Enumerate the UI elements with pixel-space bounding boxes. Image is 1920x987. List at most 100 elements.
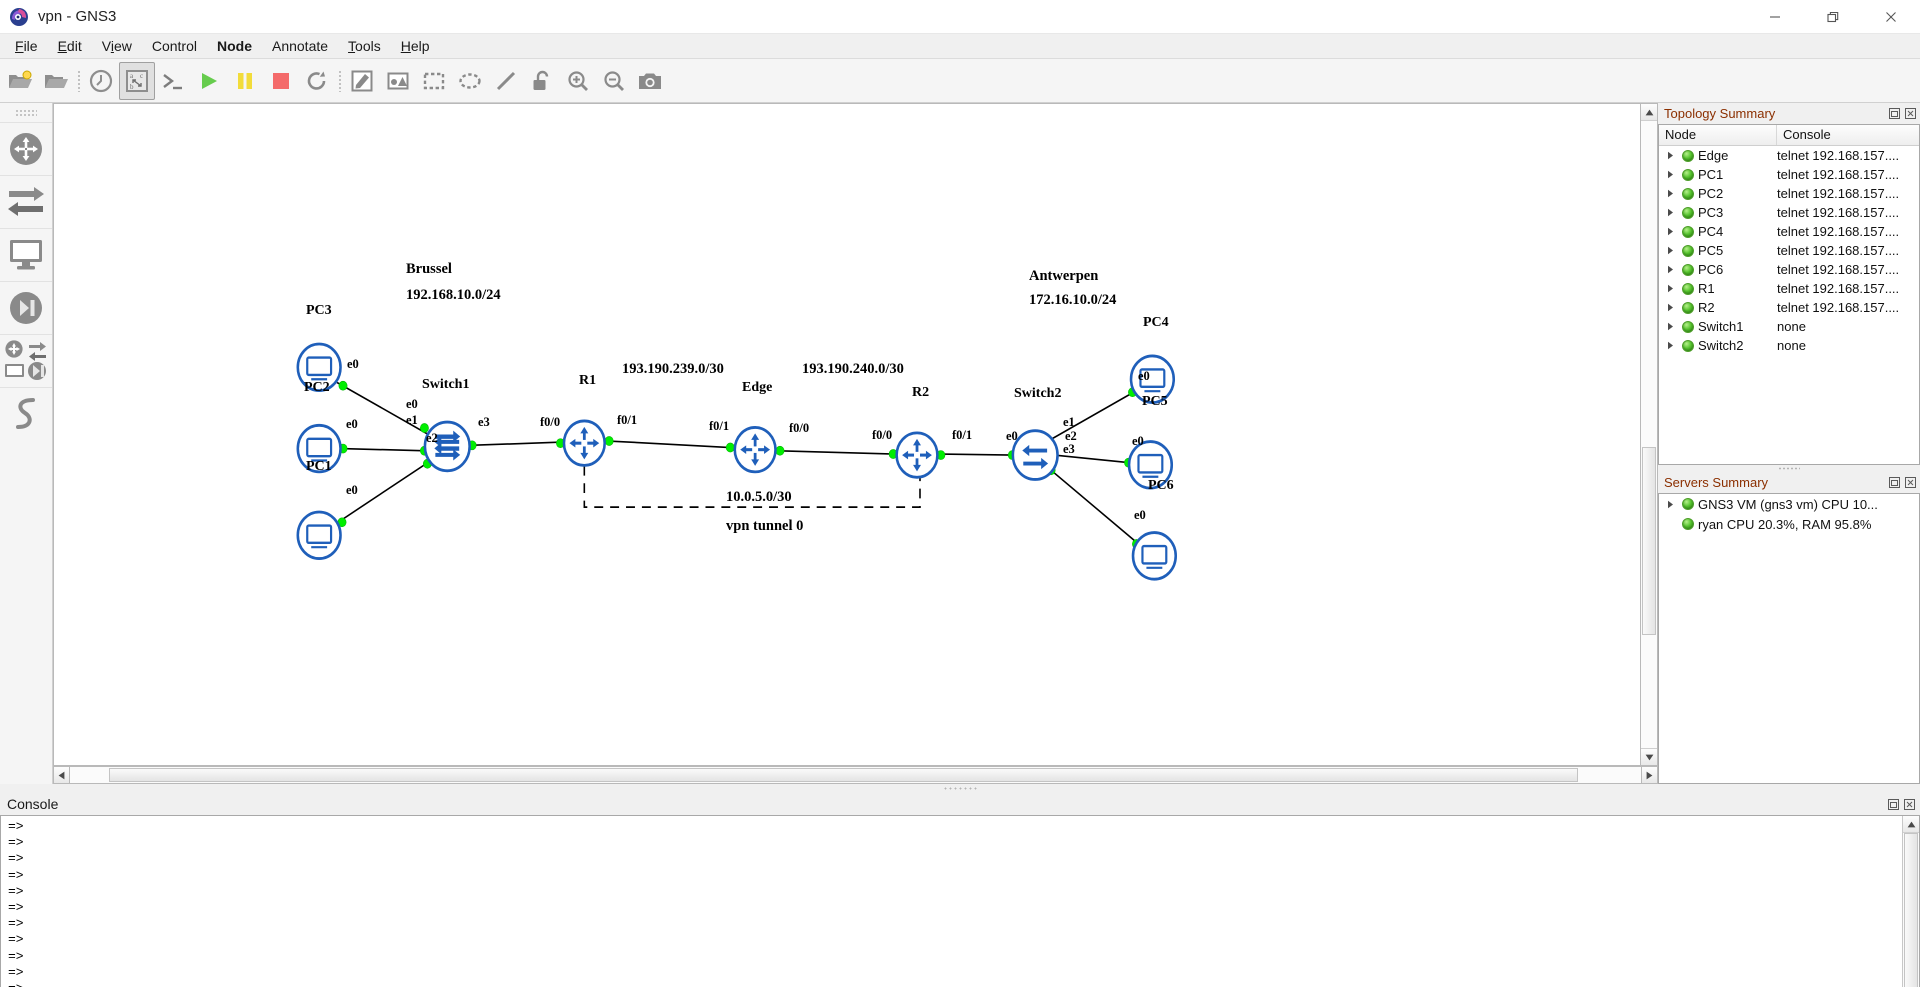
scroll-up-arrow-icon[interactable] — [1641, 104, 1657, 121]
table-row[interactable]: Switch2 none — [1659, 336, 1919, 355]
table-row[interactable]: PC6 telnet 192.168.157.... — [1659, 260, 1919, 279]
expand-arrow-icon[interactable] — [1663, 341, 1678, 350]
expand-arrow-icon[interactable] — [1663, 227, 1678, 236]
menu-view[interactable]: View — [92, 35, 142, 57]
zoom-out-icon[interactable] — [596, 62, 632, 100]
menu-node[interactable]: Node — [207, 35, 262, 57]
table-row[interactable]: R2 telnet 192.168.157.... — [1659, 298, 1919, 317]
scroll-down-arrow-icon[interactable] — [1641, 748, 1657, 765]
servers-summary-float-icon[interactable] — [1888, 476, 1901, 489]
expand-arrow-icon[interactable] — [1663, 284, 1678, 293]
routers-icon[interactable] — [0, 122, 52, 175]
canvas-vscroll-track[interactable] — [1641, 121, 1657, 748]
servers-summary-body[interactable]: GNS3 VM (gns3 vm) CPU 10... ryan CPU 20.… — [1658, 493, 1920, 784]
scroll-left-arrow-icon[interactable] — [53, 766, 70, 784]
annotation-edge-r2-subnet[interactable]: 193.190.240.0/30 — [802, 361, 904, 378]
draw-rectangle-icon[interactable] — [416, 62, 452, 100]
end-devices-icon[interactable] — [0, 228, 52, 281]
console-vertical-scrollbar[interactable] — [1902, 816, 1919, 987]
add-link-icon[interactable] — [0, 387, 52, 440]
stop-all-nodes-icon[interactable] — [263, 62, 299, 100]
link-switch1-r1[interactable] — [470, 441, 563, 447]
console-splitter[interactable] — [0, 784, 1920, 793]
annotation-brussel-name[interactable]: Brussel — [406, 261, 452, 278]
link-edge-r2[interactable] — [778, 449, 894, 455]
column-header-node[interactable]: Node — [1659, 125, 1777, 145]
console-float-icon[interactable] — [1887, 798, 1900, 811]
close-button[interactable] — [1862, 0, 1920, 34]
table-row[interactable]: Switch1 none — [1659, 317, 1919, 336]
list-item[interactable]: GNS3 VM (gns3 vm) CPU 10... — [1659, 494, 1919, 514]
topology-summary-float-icon[interactable] — [1888, 107, 1901, 120]
table-row[interactable]: PC4 telnet 192.168.157.... — [1659, 222, 1919, 241]
annotation-r1-edge-subnet[interactable]: 193.190.239.0/30 — [622, 361, 724, 378]
insert-image-icon[interactable] — [380, 62, 416, 100]
console-body[interactable]: => => => => => => => => => => => — [0, 815, 1920, 987]
menu-edit[interactable]: Edit — [48, 35, 92, 57]
device-toolbar-grip[interactable] — [15, 109, 37, 118]
console-to-all-devices-icon[interactable] — [155, 62, 191, 100]
console-vscroll-thumb[interactable] — [1904, 833, 1918, 987]
link-pc2-switch1[interactable] — [340, 447, 427, 452]
console-close-icon[interactable] — [1903, 798, 1916, 811]
console-output[interactable]: => => => => => => => => => => => — [1, 816, 1902, 987]
canvas-hscroll-thumb[interactable] — [109, 768, 1579, 782]
start-all-nodes-icon[interactable] — [191, 62, 227, 100]
canvas-vertical-scrollbar[interactable] — [1641, 103, 1658, 766]
node-switch1[interactable] — [423, 420, 471, 473]
screenshot-icon[interactable] — [632, 62, 668, 100]
link-r1-edge[interactable] — [608, 440, 731, 449]
node-switch2[interactable] — [1011, 429, 1059, 481]
suspend-all-nodes-icon[interactable] — [227, 62, 263, 100]
menu-tools[interactable]: Tools — [338, 35, 391, 57]
topology-canvas[interactable]: PC3 PC2 PC1 Switch1 R1 Edge R2 Switch2 P… — [53, 103, 1641, 766]
all-devices-icon[interactable] — [0, 334, 52, 387]
restore-button[interactable] — [1804, 0, 1862, 34]
open-project-icon[interactable] — [38, 62, 74, 100]
console-vscroll-track[interactable] — [1903, 833, 1919, 987]
expand-arrow-icon[interactable] — [1663, 322, 1678, 331]
expand-arrow-icon[interactable] — [1663, 246, 1678, 255]
expand-arrow-icon[interactable] — [1663, 208, 1678, 217]
scroll-right-arrow-icon[interactable] — [1641, 766, 1658, 784]
topology-summary-close-icon[interactable] — [1904, 107, 1917, 120]
table-row[interactable]: Edge telnet 192.168.157.... — [1659, 146, 1919, 165]
table-row[interactable]: PC3 telnet 192.168.157.... — [1659, 203, 1919, 222]
menu-control[interactable]: Control — [142, 35, 207, 57]
canvas-horizontal-scrollbar[interactable] — [53, 766, 1658, 784]
topology-summary-body[interactable]: Node Console Edge telnet 192.168.157....… — [1658, 124, 1920, 465]
add-note-icon[interactable] — [344, 62, 380, 100]
expand-arrow-icon[interactable] — [1663, 189, 1678, 198]
menu-file[interactable]: File — [5, 35, 48, 57]
expand-arrow-icon[interactable] — [1663, 151, 1678, 160]
canvas-vscroll-thumb[interactable] — [1642, 447, 1656, 636]
expand-arrow-icon[interactable] — [1663, 303, 1678, 312]
switches-icon[interactable] — [0, 175, 52, 228]
node-pc1[interactable] — [296, 510, 342, 560]
annotation-tunnel-name[interactable]: vpn tunnel 0 — [726, 518, 803, 535]
lock-items-icon[interactable] — [524, 62, 560, 100]
annotation-antwerpen-name[interactable]: Antwerpen — [1029, 268, 1098, 285]
link-switch2-pc6[interactable] — [1050, 469, 1139, 545]
dock-splitter[interactable] — [1658, 465, 1920, 472]
canvas-hscroll-track[interactable] — [70, 766, 1641, 784]
expand-arrow-icon[interactable] — [1663, 170, 1678, 179]
table-row[interactable]: PC2 telnet 192.168.157.... — [1659, 184, 1919, 203]
table-row[interactable]: R1 telnet 192.168.157.... — [1659, 279, 1919, 298]
console-scroll-up-arrow-icon[interactable] — [1903, 816, 1919, 833]
draw-ellipse-icon[interactable] — [452, 62, 488, 100]
reload-all-nodes-icon[interactable] — [299, 62, 335, 100]
node-r2[interactable] — [895, 431, 939, 479]
link-r2-switch2[interactable] — [940, 453, 1013, 456]
new-project-icon[interactable] — [2, 62, 38, 100]
table-row[interactable]: PC5 telnet 192.168.157.... — [1659, 241, 1919, 260]
node-r1[interactable] — [562, 419, 606, 467]
draw-line-icon[interactable] — [488, 62, 524, 100]
node-edge[interactable] — [733, 426, 777, 474]
menu-annotate[interactable]: Annotate — [262, 35, 338, 57]
snapshot-clock-icon[interactable] — [83, 62, 119, 100]
minimize-button[interactable] — [1746, 0, 1804, 34]
node-pc6[interactable] — [1131, 531, 1178, 581]
show-hide-interface-labels-icon[interactable]: a c b — [119, 61, 155, 100]
servers-summary-close-icon[interactable] — [1904, 476, 1917, 489]
